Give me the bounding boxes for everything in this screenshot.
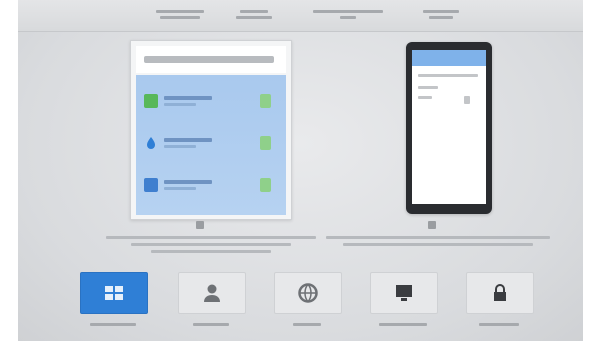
caption-placeholder [343,243,533,246]
mode-button-display[interactable] [370,272,438,314]
top-nav-label-placeholder [429,16,453,19]
toggle-on-icon [260,178,271,192]
phone-text-placeholder [464,96,470,104]
monitor-icon [396,285,412,301]
right-preview-caption [318,236,558,250]
top-nav-item[interactable] [230,4,278,28]
app-subtitle-placeholder [164,103,196,106]
top-nav-label-placeholder [423,10,459,13]
top-nav-label-placeholder [340,16,356,19]
windows-icon [105,286,123,300]
top-navigation [18,0,583,32]
app-row [136,89,286,115]
mode-label [171,318,251,328]
blue-drop-icon [144,136,158,150]
blue-app-icon [144,178,158,192]
green-app-icon [144,94,158,108]
globe-icon [298,283,318,303]
top-nav-item[interactable] [310,4,386,28]
tablet-preview-header [136,46,286,73]
preview-select-marker[interactable] [428,221,436,229]
top-nav-label-placeholder [313,10,383,13]
top-nav-item[interactable] [148,4,212,28]
lock-icon [494,284,506,301]
caption-placeholder [106,236,316,239]
top-nav-label-placeholder [240,10,268,13]
top-nav-item[interactable] [418,4,464,28]
caption-placeholder [326,236,550,239]
app-shell [18,0,583,341]
mode-button-network[interactable] [274,272,342,314]
app-title-placeholder [164,96,212,100]
mode-label [363,318,443,328]
person-icon [204,284,220,302]
mode-button-security[interactable] [466,272,534,314]
caption-placeholder [131,243,291,246]
app-row [136,131,286,157]
phone-app-bar [412,50,486,66]
top-nav-label-placeholder [236,16,272,19]
preview-select-marker[interactable] [196,221,204,229]
mode-label-placeholder [90,323,136,326]
phone-text-placeholder [418,86,438,89]
toggle-on-icon [260,94,271,108]
mode-label-placeholder [293,323,321,326]
tablet-app-list [136,75,286,215]
tablet-preview [130,40,292,220]
mode-button-account[interactable] [178,272,246,314]
toggle-on-icon [260,136,271,150]
header-text-placeholder [144,56,274,63]
mode-button-windows[interactable] [80,272,148,314]
phone-screen [412,50,486,204]
left-preview-caption [96,236,326,257]
app-title-placeholder [164,138,212,142]
app-subtitle-placeholder [164,187,196,190]
mode-label [267,318,347,328]
phone-text-placeholder [418,96,432,99]
mode-label-placeholder [193,323,229,326]
mode-label-placeholder [479,323,519,326]
app-row [136,173,286,199]
mode-label [459,318,539,328]
phone-text-placeholder [418,74,478,77]
caption-placeholder [151,250,271,253]
phone-preview [406,42,492,214]
top-nav-label-placeholder [156,10,204,13]
app-title-placeholder [164,180,212,184]
mode-label-placeholder [379,323,427,326]
app-subtitle-placeholder [164,145,196,148]
top-nav-label-placeholder [160,16,200,19]
mode-label [73,318,153,328]
